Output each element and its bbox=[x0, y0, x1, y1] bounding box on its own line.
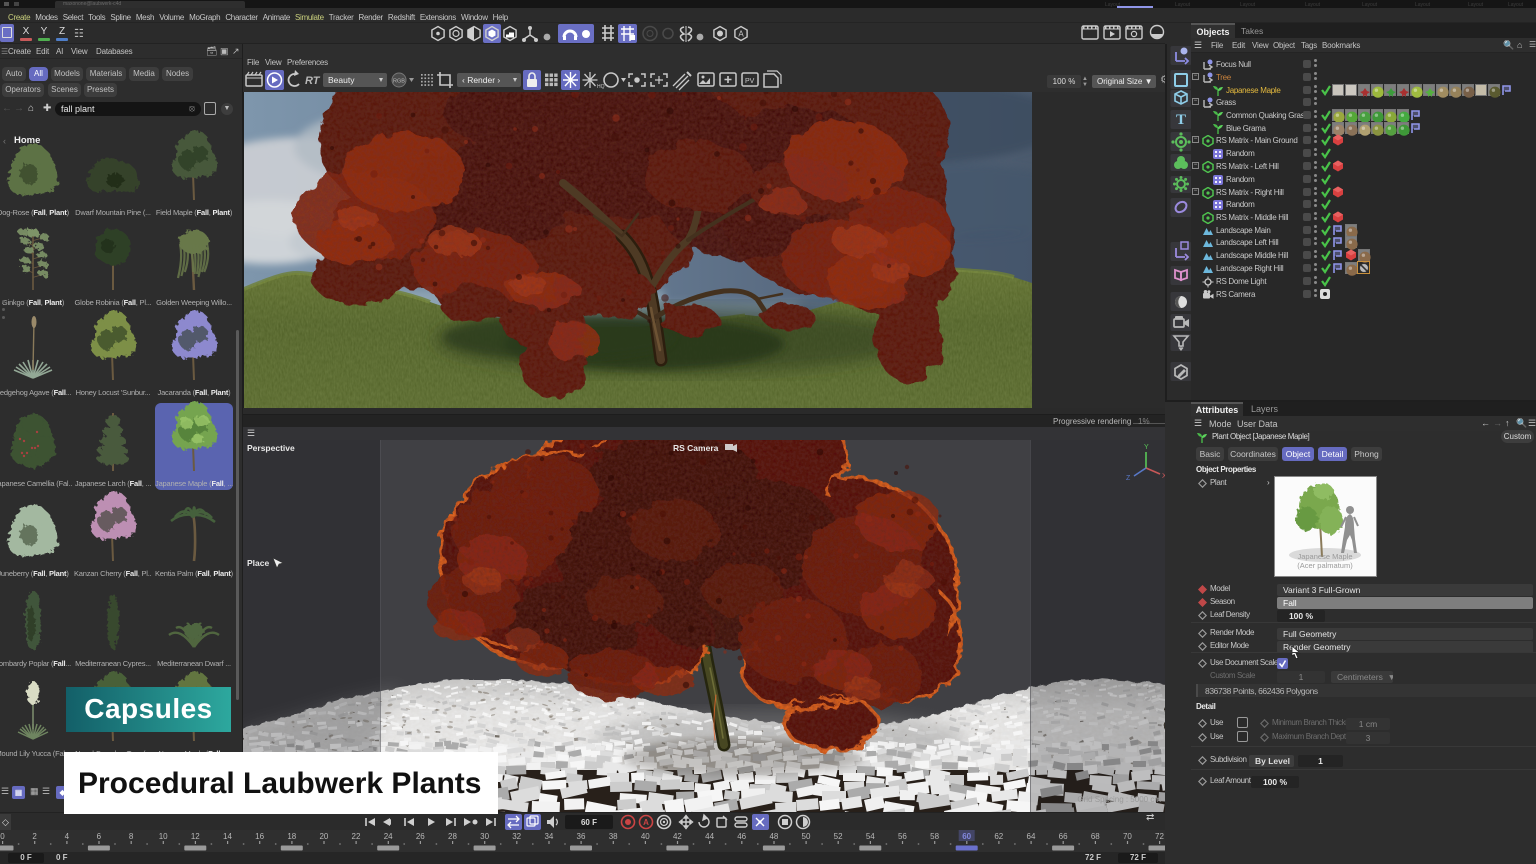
svg-text:58: 58 bbox=[930, 832, 939, 841]
svg-text:16: 16 bbox=[255, 832, 264, 841]
svg-text:HQ: HQ bbox=[597, 84, 605, 90]
svg-text:18: 18 bbox=[287, 832, 296, 841]
svg-text:4: 4 bbox=[65, 832, 70, 841]
svg-text:PV: PV bbox=[745, 78, 755, 85]
svg-text:70: 70 bbox=[1123, 832, 1132, 841]
svg-text:A: A bbox=[738, 30, 744, 39]
svg-text:RT: RT bbox=[305, 75, 321, 87]
svg-text:6: 6 bbox=[97, 832, 102, 841]
svg-text:8: 8 bbox=[129, 832, 134, 841]
svg-text:28: 28 bbox=[448, 832, 457, 841]
svg-text:Y: Y bbox=[1144, 444, 1149, 451]
svg-text:66: 66 bbox=[1059, 832, 1068, 841]
svg-text:64: 64 bbox=[1027, 832, 1036, 841]
svg-text:‹ Render ›: ‹ Render › bbox=[462, 75, 500, 85]
svg-text:30: 30 bbox=[480, 832, 489, 841]
svg-text:40: 40 bbox=[641, 832, 650, 841]
svg-text:Japanese Maple: Japanese Maple bbox=[1297, 552, 1352, 561]
svg-text:32: 32 bbox=[512, 832, 521, 841]
svg-text:20: 20 bbox=[319, 832, 328, 841]
svg-text:Beauty: Beauty bbox=[328, 75, 355, 85]
svg-text:54: 54 bbox=[866, 832, 875, 841]
svg-text:RGB: RGB bbox=[393, 79, 405, 85]
svg-text:22: 22 bbox=[352, 832, 361, 841]
svg-text:50: 50 bbox=[802, 832, 811, 841]
svg-text:10: 10 bbox=[159, 832, 168, 841]
svg-text:24: 24 bbox=[384, 832, 393, 841]
svg-text:(Acer palmatum): (Acer palmatum) bbox=[1297, 561, 1353, 570]
svg-text:12: 12 bbox=[191, 832, 200, 841]
svg-text:Grid Spacing : 5000 cm: Grid Spacing : 5000 cm bbox=[1077, 795, 1161, 804]
svg-text:14: 14 bbox=[223, 832, 232, 841]
svg-text:Place: Place bbox=[247, 558, 269, 568]
svg-text:36: 36 bbox=[577, 832, 586, 841]
svg-text:42: 42 bbox=[673, 832, 682, 841]
svg-text:34: 34 bbox=[544, 832, 553, 841]
svg-text:Z: Z bbox=[1126, 475, 1131, 482]
svg-text:RS Camera: RS Camera bbox=[673, 443, 719, 453]
svg-text:2: 2 bbox=[32, 832, 37, 841]
svg-text:A: A bbox=[643, 818, 649, 827]
svg-text:48: 48 bbox=[769, 832, 778, 841]
svg-text:72: 72 bbox=[1155, 832, 1164, 841]
svg-text:38: 38 bbox=[609, 832, 618, 841]
svg-text:Perspective: Perspective bbox=[247, 443, 295, 453]
svg-text:56: 56 bbox=[898, 832, 907, 841]
svg-text:60 F: 60 F bbox=[581, 818, 597, 827]
svg-text:46: 46 bbox=[737, 832, 746, 841]
svg-text:0: 0 bbox=[0, 832, 5, 841]
svg-text:26: 26 bbox=[416, 832, 425, 841]
svg-text:44: 44 bbox=[705, 832, 714, 841]
svg-text:62: 62 bbox=[994, 832, 1003, 841]
svg-text:68: 68 bbox=[1091, 832, 1100, 841]
svg-text:T: T bbox=[1176, 112, 1186, 128]
svg-text:52: 52 bbox=[834, 832, 843, 841]
